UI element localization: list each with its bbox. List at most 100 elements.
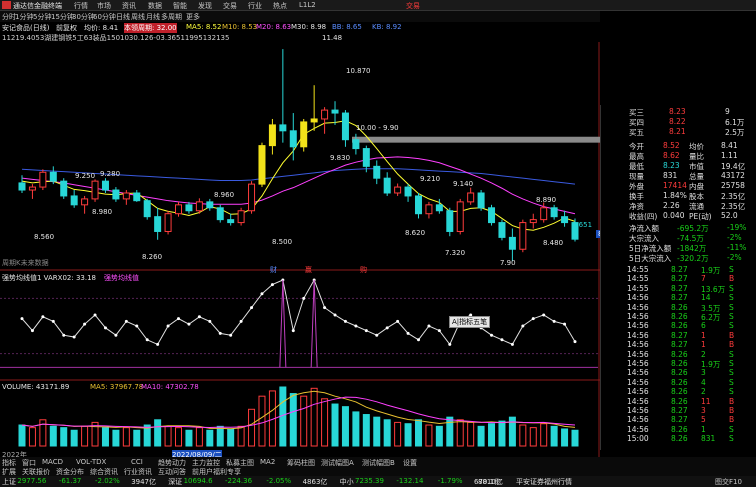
flow-row-cell: -320.2万 — [677, 254, 709, 263]
volume-bar — [185, 429, 193, 447]
menu-faxian[interactable]: 发现 — [198, 1, 212, 11]
ma10-value: M10: 8.53 — [222, 23, 258, 31]
tab-30min[interactable]: 30分钟 — [72, 12, 95, 22]
menu-shuju[interactable]: 数据 — [148, 1, 162, 11]
menu-shichang[interactable]: 市场 — [97, 1, 111, 11]
stat-row-cell: 0.040 — [663, 211, 685, 220]
bottom-tab[interactable]: CCI — [131, 458, 143, 466]
tick-row-cell: 8.27 — [671, 283, 688, 293]
label-8620: 8.620 — [405, 229, 426, 237]
tick-row-cell: 14:56 — [627, 387, 649, 397]
tick-row-cell: B — [729, 406, 735, 415]
tick-row-cell: 14:56 — [627, 415, 649, 425]
index-value: 2977.56 — [17, 477, 47, 485]
volume-bar — [18, 424, 26, 447]
kline-chart[interactable] — [0, 42, 600, 457]
tab-multi[interactable]: 多周期 — [161, 12, 182, 22]
volume-bar — [362, 414, 370, 447]
tick-row-cell: S — [729, 293, 734, 303]
tick-row-cell: 14:56 — [627, 312, 649, 321]
label-hi1: 11.48 — [322, 34, 343, 42]
volume-bar — [519, 424, 527, 447]
marker-ying[interactable]: 赢 — [305, 265, 312, 275]
volume-bar — [154, 419, 162, 447]
tick-row-cell: 14:56 — [627, 321, 649, 331]
tab-15min[interactable]: 15分钟 — [51, 12, 74, 22]
volume-bar — [81, 425, 89, 447]
candle — [394, 186, 402, 194]
tick-row-cell: 8.27 — [671, 406, 688, 415]
stat-row-cell: 8.23 — [663, 161, 680, 170]
bottom-tab[interactable]: MACD — [42, 458, 63, 466]
bottom-tab[interactable]: MA2 — [260, 458, 275, 466]
tab-1min[interactable]: 1分钟 — [15, 12, 33, 22]
stat-row-cell: 1.84% — [663, 191, 687, 200]
indicator-spike — [279, 279, 287, 368]
stat-row: 外盘 17414 内盘 25758 — [601, 181, 756, 191]
menu-zhineng[interactable]: 智能 — [173, 1, 187, 11]
tick-row-cell: S — [729, 424, 734, 434]
candle — [300, 121, 308, 148]
tick-row-cell: 1 — [701, 424, 706, 434]
indicator-button[interactable]: A|指标五笔 — [449, 316, 491, 328]
tick-row-cell: 14:55 — [627, 274, 649, 284]
status-text: 8810亿 — [478, 478, 503, 486]
volume-bar — [248, 408, 256, 447]
volume-bar — [133, 429, 141, 447]
volume-bar — [300, 395, 308, 447]
marker-gou[interactable]: 购 — [360, 265, 367, 275]
candle — [195, 201, 203, 212]
indicator-point — [41, 315, 45, 319]
bid-row-cell: 8.23 — [669, 107, 686, 116]
volume-label: VOLUME: 43171.89 — [2, 383, 70, 391]
tab-daily[interactable]: 日线 — [116, 12, 130, 22]
tab-monthly[interactable]: 月线 — [146, 12, 160, 22]
indicator-point — [51, 319, 55, 323]
tick-row-cell: 14:55 — [627, 265, 649, 274]
index-value: 7235.39 — [355, 477, 384, 485]
candle — [383, 177, 391, 194]
tab-fenshi[interactable]: 分时 — [2, 12, 16, 22]
menu-zixun[interactable]: 资讯 — [122, 1, 136, 11]
indicator-badge[interactable]: 强势均线值 — [104, 273, 139, 283]
tab-5min[interactable]: 5分钟 — [33, 12, 51, 22]
candle — [467, 192, 475, 203]
tick-row-cell: B — [729, 415, 735, 425]
indicator-point — [145, 338, 149, 342]
candle — [49, 171, 57, 182]
volume-bar — [435, 425, 443, 447]
flow-row: 5日净流入额 -1842万 -11% — [601, 243, 756, 253]
status-text: 平安证券福州行情 — [516, 478, 572, 486]
label-9250: 9.250 — [75, 172, 96, 180]
marker-cai[interactable]: 财 — [270, 265, 277, 275]
indicator-point — [83, 322, 87, 326]
volume-bar — [446, 416, 454, 447]
indicator-point — [187, 322, 191, 326]
menu-hangye[interactable]: 行业 — [248, 1, 262, 11]
app-title: 通达信金融终端 — [13, 2, 62, 10]
indicator-point — [396, 319, 400, 323]
candle — [164, 213, 172, 232]
label-9140: 9.140 — [453, 180, 474, 188]
tab-weekly[interactable]: 周线 — [131, 12, 145, 22]
bottom-tab[interactable]: VOL-TDX — [76, 458, 106, 466]
bid-row-cell: 买五 — [629, 128, 644, 137]
adjust-mode[interactable]: 前复权 — [56, 23, 77, 33]
tick-row-cell: 1 — [701, 330, 706, 340]
quote-panel: 买三 8.23 9 买四 8.22 6.1万 买五 8.21 2.5万 今开 8.52 均价 8.41 最… — [600, 105, 756, 450]
candle — [60, 180, 68, 197]
menu-l1l2[interactable]: L1L2 — [299, 1, 316, 9]
candle — [70, 195, 78, 206]
menu-hangqing[interactable]: 行情 — [74, 1, 88, 11]
trade-button[interactable]: 交易 — [406, 1, 420, 11]
kb-value: KB: 8.92 — [372, 23, 402, 31]
volume-bar — [341, 406, 349, 447]
menu-redian[interactable]: 热点 — [273, 1, 287, 11]
menu-jiaoyi[interactable]: 交易 — [223, 1, 237, 11]
tick-row-cell: S — [729, 359, 734, 368]
tick-row-cell: 8.27 — [671, 274, 688, 284]
stat-row: 现量 831 总量 43172 — [601, 171, 756, 181]
tick-row-cell: S — [729, 434, 734, 444]
tab-more[interactable]: 更多 — [186, 12, 200, 22]
tab-60min[interactable]: 60分钟 — [93, 12, 116, 22]
